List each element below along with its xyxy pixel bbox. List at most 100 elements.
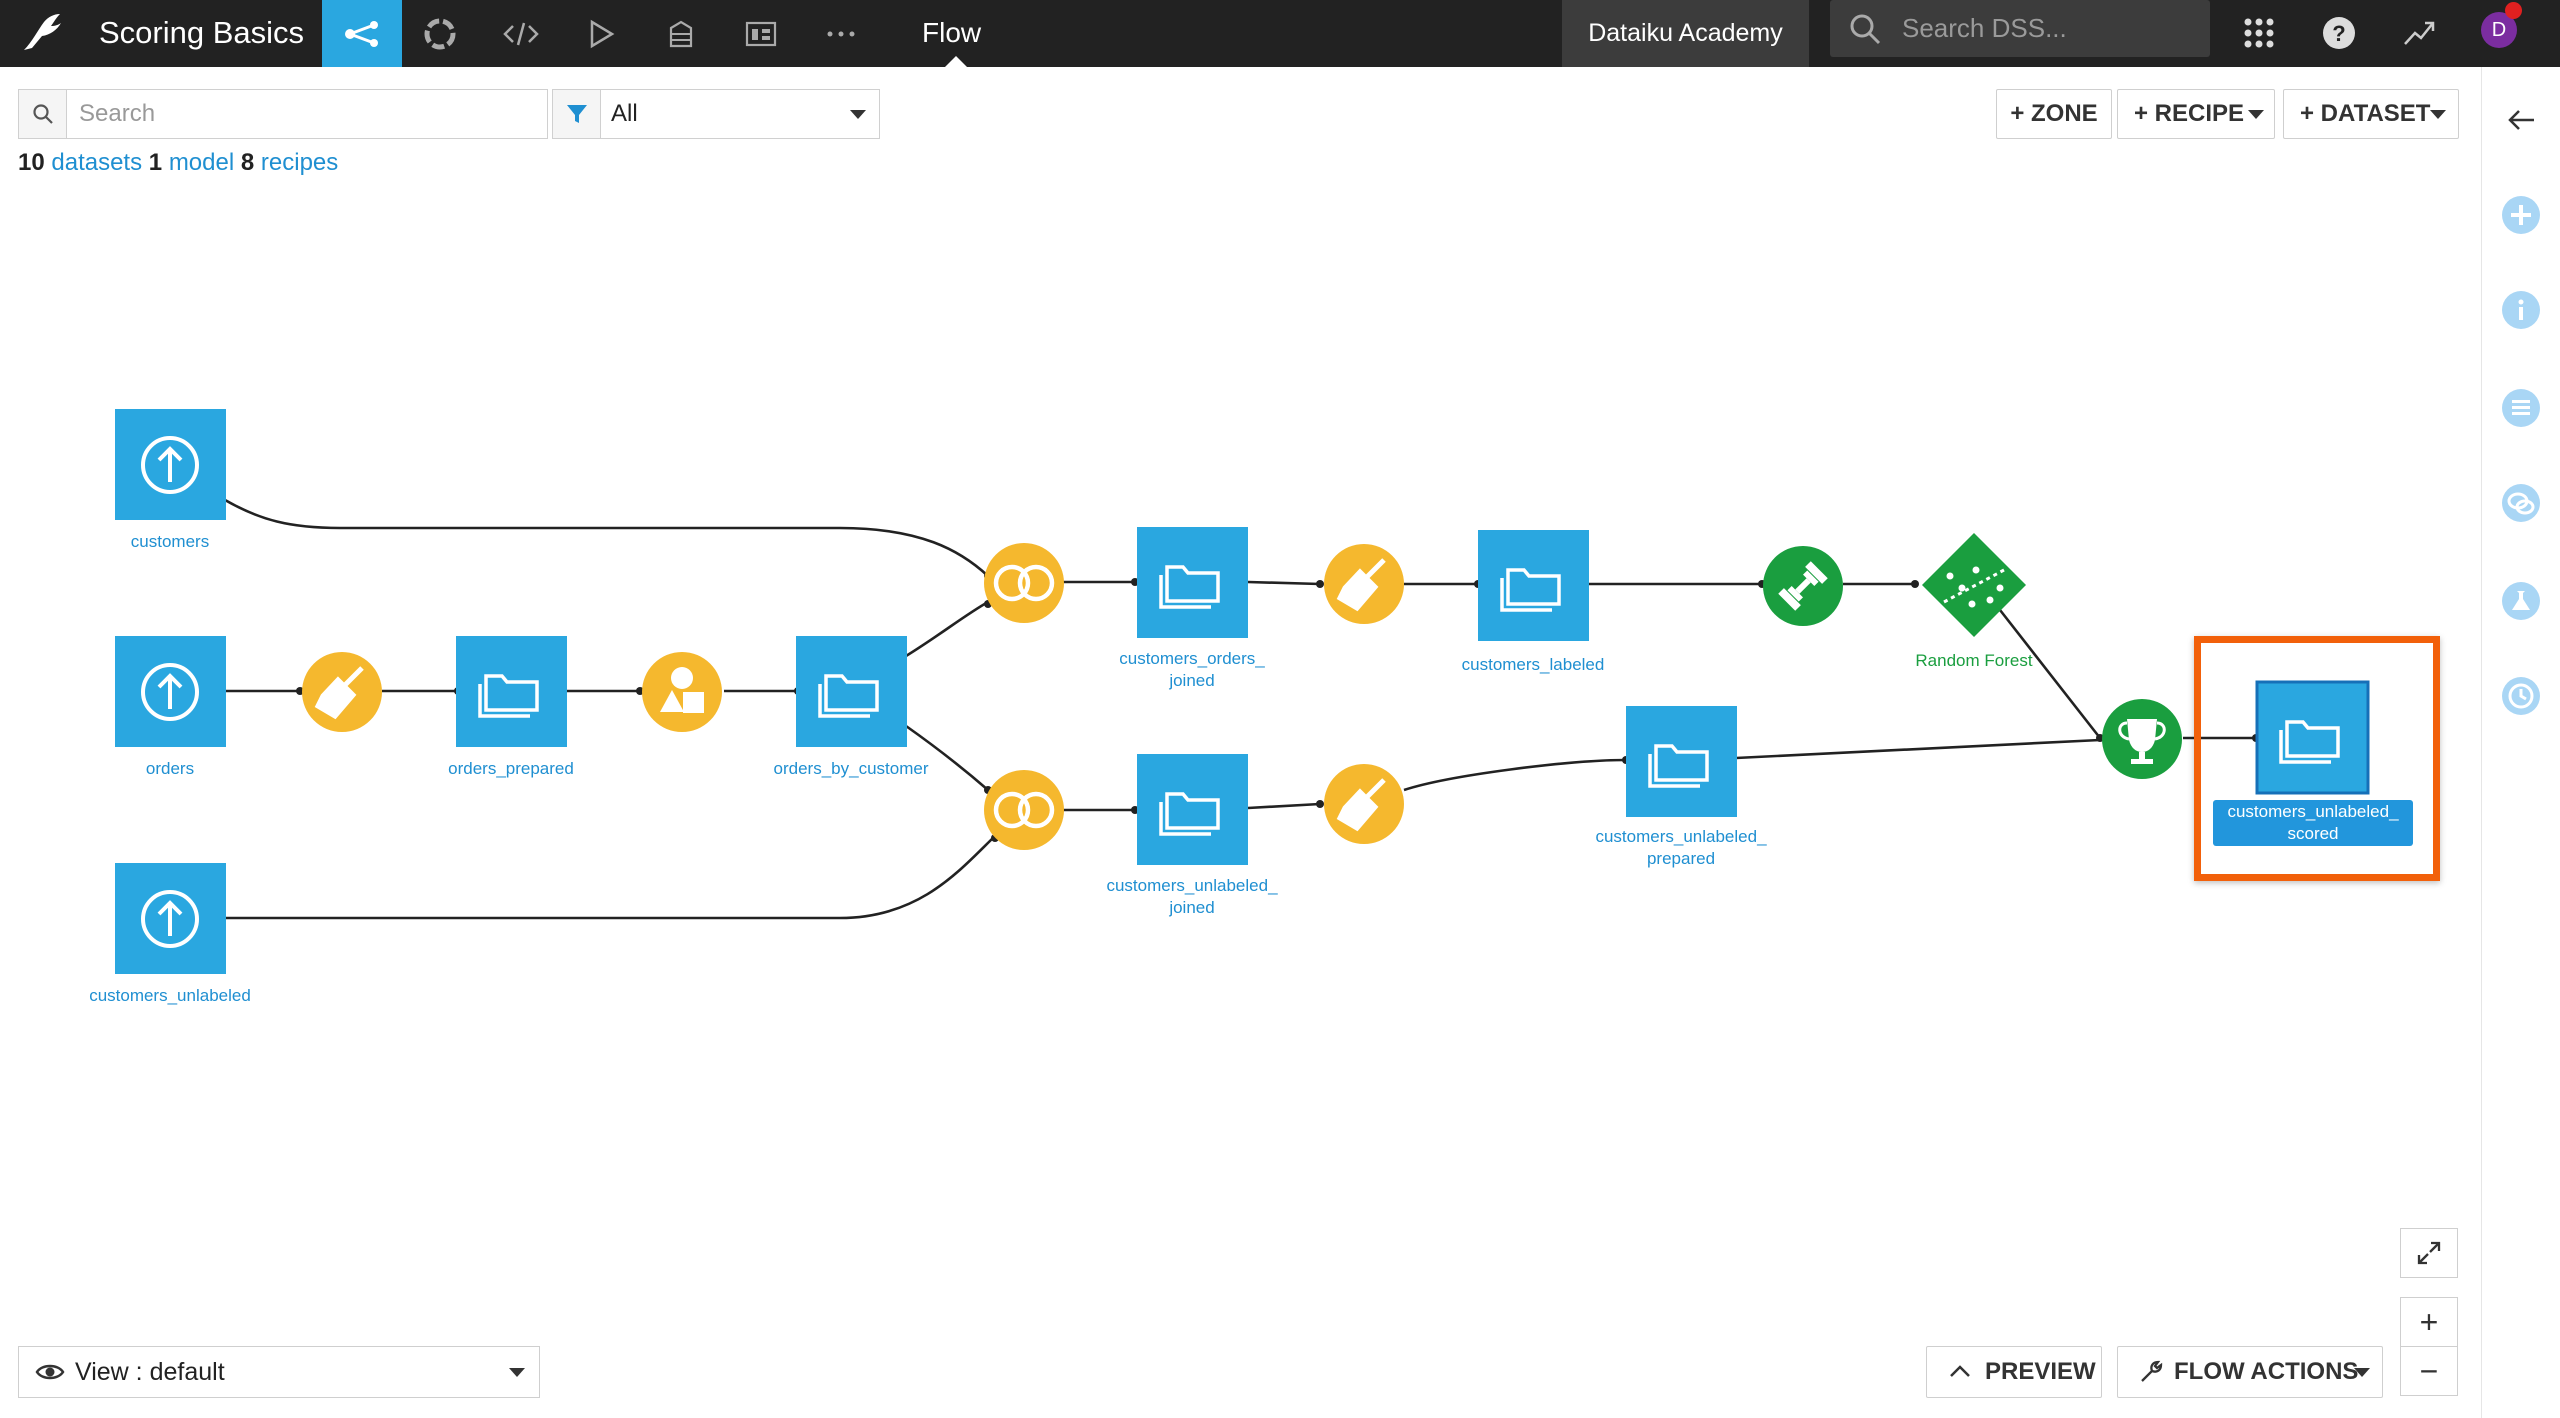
flow-icon	[345, 20, 378, 47]
datasets-link[interactable]: datasets	[51, 149, 142, 176]
schema-panel-button[interactable]	[2500, 387, 2542, 429]
dataset-node-customers[interactable]	[115, 409, 226, 520]
run-nav-button[interactable]	[561, 0, 641, 67]
dataset-node-orders-prepared[interactable]	[456, 636, 567, 747]
help-button[interactable]: ?	[2314, 8, 2364, 58]
timeline-icon	[2502, 677, 2540, 715]
add-panel-button[interactable]	[2500, 194, 2542, 236]
chevron-up-icon	[1950, 1365, 1970, 1377]
flow-actions-button[interactable]: FLOW ACTIONS	[2117, 1346, 2383, 1398]
dataset-label-orders-prepared[interactable]: orders_prepared	[411, 758, 611, 780]
trophy-icon	[2118, 719, 2166, 764]
zoom-out-button[interactable]: −	[2400, 1346, 2458, 1396]
flow-nav-button[interactable]	[322, 0, 402, 67]
flow-search-placeholder: Search	[79, 100, 156, 127]
dataset-label-customers-unlabeled-scored[interactable]: customers_unlabeled_ scored	[2213, 800, 2413, 846]
search-icon	[19, 90, 67, 138]
flow-canvas[interactable]	[0, 0, 2560, 1418]
edge-customers-join1	[224, 498, 989, 577]
collapse-panel-button[interactable]	[2500, 99, 2542, 141]
global-search-placeholder: Search DSS...	[1902, 13, 2067, 43]
dataset-node-customers-unlabeled[interactable]	[115, 863, 226, 974]
flow-actions-label: FLOW ACTIONS	[2174, 1358, 2359, 1385]
eye-icon	[35, 1364, 65, 1380]
edge-dots	[296, 572, 2260, 842]
timeline-panel-button[interactable]	[2500, 675, 2542, 717]
filter-value: All	[611, 100, 638, 127]
code-nav-button[interactable]	[481, 0, 561, 67]
models-link[interactable]: model	[169, 149, 234, 176]
model-icon	[1943, 566, 2005, 608]
group-recipe-node[interactable]	[642, 652, 722, 732]
broom-icon	[314, 666, 364, 720]
dataset-node-customers-unlabeled-joined[interactable]	[1137, 754, 1248, 865]
recipes-link[interactable]: recipes	[261, 149, 338, 176]
activity-button[interactable]	[2394, 8, 2444, 58]
shapes-icon	[660, 667, 704, 713]
add-dataset-button[interactable]: + DATASET	[2283, 89, 2459, 139]
view-selector-label: View : default	[75, 1358, 225, 1386]
dataset-label-orders[interactable]: orders	[70, 758, 270, 780]
edge-cup-score	[1735, 738, 2101, 760]
details-panel-button[interactable]	[2500, 289, 2542, 331]
current-view-label: Flow	[922, 17, 982, 48]
dataset-node-customers-orders-joined[interactable]	[1137, 527, 1248, 638]
help-icon: ?	[2323, 17, 2355, 49]
flow-search-input[interactable]: Search	[18, 89, 548, 139]
model-label-random-forest[interactable]: Random Forest	[1894, 650, 2054, 672]
stack-icon	[669, 20, 693, 47]
prepare-recipe-node-coj[interactable]	[1324, 544, 1404, 624]
dashboard-nav-button[interactable]	[721, 0, 801, 67]
dataiku-bird-logo[interactable]	[18, 8, 68, 58]
global-search-input[interactable]: Search DSS...	[1830, 0, 2210, 57]
instance-name[interactable]: Dataiku Academy	[1562, 0, 1809, 67]
dataset-label-customers[interactable]: customers	[70, 531, 270, 553]
chevron-down-icon	[509, 1368, 525, 1377]
discussions-panel-button[interactable]	[2500, 482, 2542, 524]
train-recipe-node[interactable]	[1763, 546, 1843, 626]
dataset-node-customers-labeled[interactable]	[1478, 530, 1589, 641]
discussion-icon	[2502, 484, 2540, 522]
apps-grid-button[interactable]	[2234, 8, 2284, 58]
dataset-label-customers-orders-joined[interactable]: customers_orders_ joined	[1082, 648, 1302, 692]
stack-nav-button[interactable]	[641, 0, 721, 67]
dataset-node-orders[interactable]	[115, 636, 226, 747]
dataset-label-customers-unlabeled-prepared[interactable]: customers_unlabeled_ prepared	[1561, 826, 1801, 870]
prepare-recipe-node-cuj[interactable]	[1324, 764, 1404, 844]
lifecycle-nav-button[interactable]	[400, 0, 480, 67]
back-arrow-icon	[2508, 110, 2534, 130]
add-zone-button[interactable]: + ZONE	[1996, 89, 2112, 139]
flow-filter-select[interactable]: All	[552, 89, 880, 139]
join-recipe-node-1[interactable]	[984, 543, 1064, 623]
add-recipe-label: + RECIPE	[2134, 100, 2245, 127]
model-node-random-forest[interactable]	[1922, 533, 2026, 637]
dataset-label-orders-by-customer[interactable]: orders_by_customer	[741, 758, 961, 780]
recipes-count: 8	[240, 149, 255, 176]
lab-panel-button[interactable]	[2500, 580, 2542, 622]
dataset-label-customers-labeled[interactable]: customers_labeled	[1423, 654, 1643, 676]
score-recipe-node[interactable]	[2102, 699, 2182, 779]
svg-text:?: ?	[2332, 21, 2345, 46]
dataset-node-orders-by-customer[interactable]	[796, 636, 907, 747]
dumbbell-icon	[1778, 561, 1828, 611]
more-nav-button[interactable]	[801, 0, 881, 67]
preview-button[interactable]: PREVIEW	[1926, 1346, 2102, 1398]
expand-icon	[2417, 1241, 2441, 1265]
dataset-node-customers-unlabeled-prepared[interactable]	[1626, 706, 1737, 817]
preview-label: PREVIEW	[1985, 1358, 2096, 1385]
lab-icon	[2502, 582, 2540, 620]
dataset-label-customers-unlabeled-joined[interactable]: customers_unlabeled_ joined	[1072, 875, 1312, 919]
join-recipe-node-2[interactable]	[984, 770, 1064, 850]
project-title[interactable]: Scoring Basics	[99, 10, 304, 56]
add-recipe-button[interactable]: + RECIPE	[2117, 89, 2275, 139]
view-selector[interactable]: View : default	[18, 1346, 540, 1398]
zoom-in-button[interactable]: +	[2400, 1297, 2458, 1347]
prepare-recipe-node-orders[interactable]	[302, 652, 382, 732]
fit-to-screen-button[interactable]	[2400, 1228, 2458, 1278]
more-icon	[827, 31, 855, 36]
dataset-label-customers-unlabeled[interactable]: customers_unlabeled	[50, 985, 290, 1007]
top-navigation-bar: Scoring Basics Flow Dataiku Academy Sear…	[0, 0, 2560, 67]
edge-coj-prepare	[1247, 580, 1321, 586]
flow-summary: 10 datasets 1 model 8 recipes	[18, 146, 338, 180]
code-icon	[503, 22, 539, 45]
